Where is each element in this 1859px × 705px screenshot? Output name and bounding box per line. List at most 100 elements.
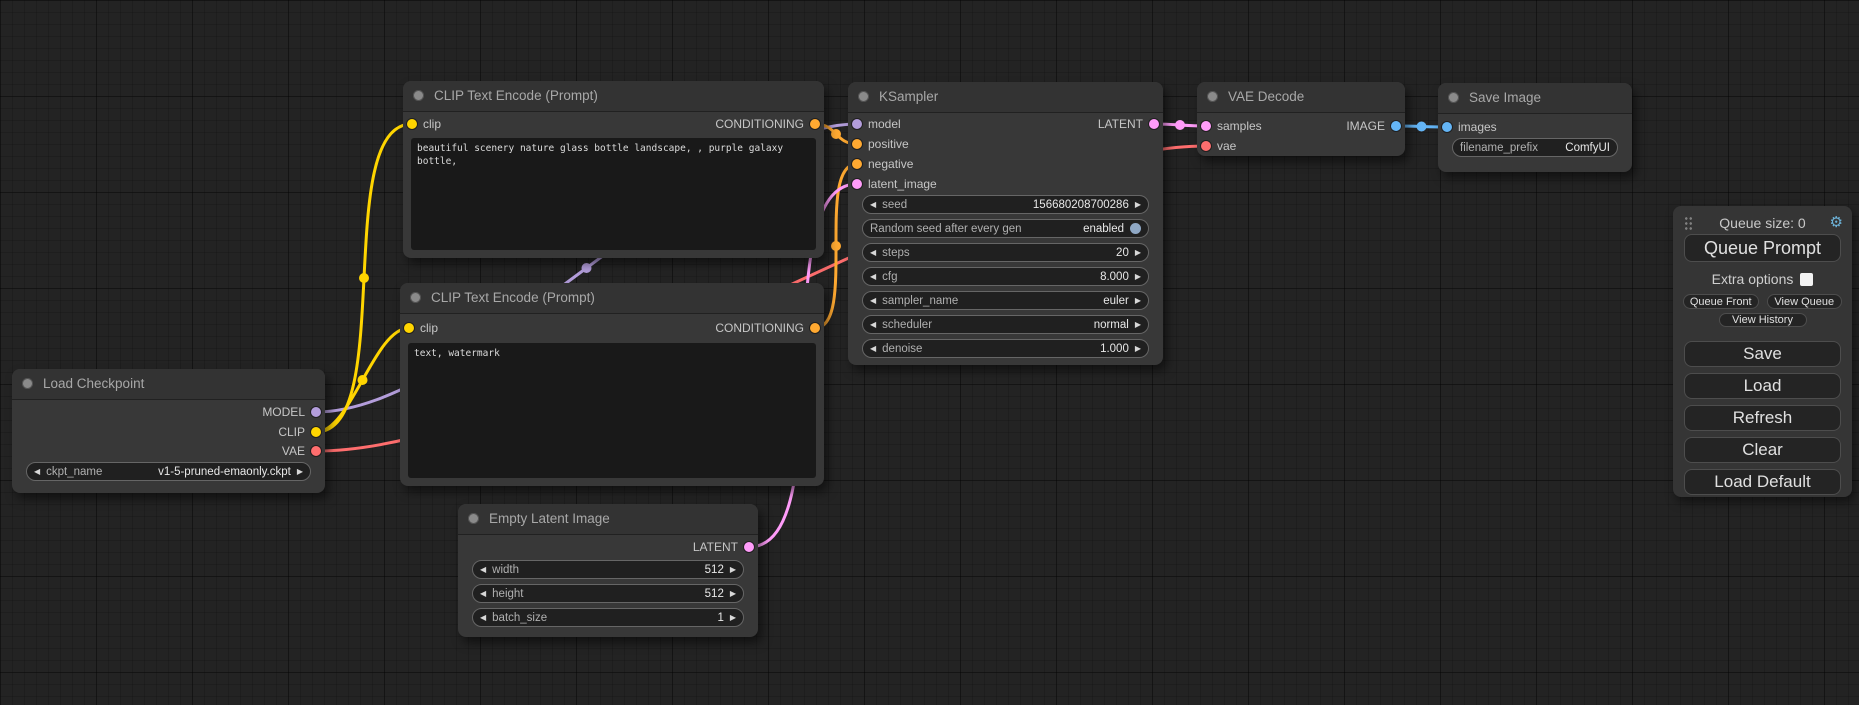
refresh-button[interactable]: Refresh [1684, 405, 1841, 431]
widget-steps[interactable]: ◀ steps 20 ▶ [862, 243, 1149, 262]
node-save-image[interactable]: Save Imageimagesfilename_prefixComfyUI [1438, 83, 1632, 172]
widget-value: 1 [717, 612, 723, 624]
output-dot-CLIP[interactable] [311, 427, 321, 437]
decrement-arrow-icon[interactable]: ◀ [480, 614, 486, 622]
increment-arrow-icon[interactable]: ▶ [730, 566, 736, 574]
load-button[interactable]: Load [1684, 373, 1841, 399]
link-midpoint-dot-positive-conditioning [831, 129, 841, 139]
decrement-arrow-icon[interactable]: ◀ [870, 273, 876, 281]
decrement-arrow-icon[interactable]: ◀ [870, 321, 876, 329]
node-title-text: CLIP Text Encode (Prompt) [434, 88, 598, 103]
widget-label: steps [882, 247, 910, 259]
clear-button[interactable]: Clear [1684, 437, 1841, 463]
increment-arrow-icon[interactable]: ▶ [1135, 297, 1141, 305]
input-slot-label: images [1458, 120, 1497, 134]
queue-prompt-button[interactable]: Queue Prompt [1684, 234, 1841, 262]
increment-arrow-icon[interactable]: ▶ [1135, 273, 1141, 281]
widget-value: ComfyUI [1565, 142, 1610, 154]
input-dot-vae[interactable] [1201, 141, 1211, 151]
widget-label: filename_prefix [1460, 142, 1538, 154]
queue-panel[interactable]: Queue size: 0⚙Queue PromptExtra optionsQ… [1673, 206, 1852, 497]
increment-arrow-icon[interactable]: ▶ [1135, 201, 1141, 209]
input-slot-label: latent_image [868, 177, 937, 191]
decrement-arrow-icon[interactable]: ◀ [480, 566, 486, 574]
view-history-button[interactable]: View History [1719, 313, 1807, 327]
decrement-arrow-icon[interactable]: ◀ [870, 345, 876, 353]
widget-label: batch_size [492, 612, 547, 624]
widget-width[interactable]: ◀width512▶ [472, 560, 744, 579]
save-button[interactable]: Save [1684, 341, 1841, 367]
widget-height[interactable]: ◀height512▶ [472, 584, 744, 603]
extra-options-checkbox[interactable] [1800, 273, 1813, 286]
decrement-arrow-icon[interactable]: ◀ [870, 201, 876, 209]
output-slot-label: CLIP [278, 425, 305, 439]
widget-scheduler[interactable]: ◀schedulernormal▶ [862, 315, 1149, 334]
collapse-dot-icon[interactable] [22, 378, 33, 389]
node-clip-text-encode-negative[interactable]: CLIP Text Encode (Prompt)clipCONDITIONIN… [400, 283, 824, 486]
decrement-arrow-icon[interactable]: ◀ [480, 590, 486, 598]
increment-arrow-icon[interactable]: ▶ [1135, 321, 1141, 329]
collapse-dot-icon[interactable] [413, 90, 424, 101]
node-empty-latent-image[interactable]: Empty Latent ImageLATENT◀width512▶◀heigh… [458, 504, 758, 637]
input-dot-positive[interactable] [852, 139, 862, 149]
collapse-dot-icon[interactable] [468, 513, 479, 524]
node-clip-text-encode-positive[interactable]: CLIP Text Encode (Prompt)clipCONDITIONIN… [403, 81, 824, 258]
widget-value: 20 [1116, 247, 1129, 259]
queue-panel-header: Queue size: 0⚙ [1673, 214, 1852, 232]
input-dot-negative[interactable] [852, 159, 862, 169]
output-dot-CONDITIONING[interactable] [810, 119, 820, 129]
collapse-dot-icon[interactable] [410, 292, 421, 303]
node-load-checkpoint[interactable]: Load CheckpointMODELCLIPVAE◀ckpt_namev1-… [12, 369, 325, 493]
output-dot-LATENT[interactable] [744, 542, 754, 552]
prompt-textarea[interactable]: beautiful scenery nature glass bottle la… [411, 138, 816, 250]
toggle-knob-icon[interactable] [1130, 223, 1141, 234]
queue-small-buttons-row: Queue Front View Queue [1683, 294, 1842, 309]
output-dot-CONDITIONING[interactable] [810, 323, 820, 333]
collapse-dot-icon[interactable] [1207, 91, 1218, 102]
queue-front-button[interactable]: Queue Front [1683, 294, 1759, 309]
node-title-bar: CLIP Text Encode (Prompt) [400, 283, 824, 314]
collapse-dot-icon[interactable] [858, 91, 869, 102]
widget-denoise[interactable]: ◀denoise1.000▶ [862, 339, 1149, 358]
node-title-bar: Empty Latent Image [458, 504, 758, 535]
node-graph-canvas[interactable]: Load CheckpointMODELCLIPVAE◀ckpt_namev1-… [0, 0, 1859, 705]
input-slot-negative: negative [848, 154, 1163, 174]
node-ksampler[interactable]: KSamplermodelpositivenegativelatent_imag… [848, 82, 1163, 365]
output-dot-LATENT[interactable] [1149, 119, 1159, 129]
decrement-arrow-icon[interactable]: ◀ [870, 249, 876, 257]
node-title-text: Empty Latent Image [489, 511, 610, 526]
input-slot-vae: vae [1197, 136, 1405, 156]
widget-random-seed-after-every-gen[interactable]: Random seed after every genenabled [862, 219, 1149, 238]
increment-arrow-icon[interactable]: ▶ [1135, 249, 1141, 257]
node-title-text: VAE Decode [1228, 89, 1304, 104]
load-default-button[interactable]: Load Default [1684, 469, 1841, 495]
input-dot-latent_image[interactable] [852, 179, 862, 189]
widget-label: seed [882, 199, 907, 211]
input-slot-label: vae [1217, 139, 1236, 153]
widget-sampler_name[interactable]: ◀sampler_nameeuler▶ [862, 291, 1149, 310]
input-dot-images[interactable] [1442, 122, 1452, 132]
widget-filename_prefix[interactable]: filename_prefix ComfyUI [1452, 138, 1618, 157]
node-title-text: Load Checkpoint [43, 376, 144, 391]
increment-arrow-icon[interactable]: ▶ [730, 614, 736, 622]
decrement-arrow-icon[interactable]: ◀ [870, 297, 876, 305]
widget-ckpt_name[interactable]: ◀ckpt_namev1-5-pruned-emaonly.ckpt▶ [26, 462, 311, 481]
increment-arrow-icon[interactable]: ▶ [297, 468, 303, 476]
widget-label: ckpt_name [46, 466, 102, 478]
settings-gear-icon[interactable]: ⚙ [1830, 214, 1843, 232]
widget-seed[interactable]: ◀seed156680208700286▶ [862, 195, 1149, 214]
output-dot-MODEL[interactable] [311, 407, 321, 417]
increment-arrow-icon[interactable]: ▶ [730, 590, 736, 598]
widget-cfg[interactable]: ◀cfg8.000▶ [862, 267, 1149, 286]
output-dot-VAE[interactable] [311, 446, 321, 456]
increment-arrow-icon[interactable]: ▶ [1135, 345, 1141, 353]
collapse-dot-icon[interactable] [1448, 92, 1459, 103]
widget-batch_size[interactable]: ◀ batch_size 1 ▶ [472, 608, 744, 627]
decrement-arrow-icon[interactable]: ◀ [34, 468, 40, 476]
drag-handle-icon[interactable] [1684, 216, 1693, 230]
node-vae-decode[interactable]: VAE DecodesamplesvaeIMAGE [1197, 82, 1405, 156]
link-midpoint-dot-clip-to-positive-encode [359, 273, 369, 283]
prompt-textarea[interactable]: text, watermark [408, 343, 816, 478]
output-dot-IMAGE[interactable] [1391, 121, 1401, 131]
view-queue-button[interactable]: View Queue [1767, 294, 1843, 309]
